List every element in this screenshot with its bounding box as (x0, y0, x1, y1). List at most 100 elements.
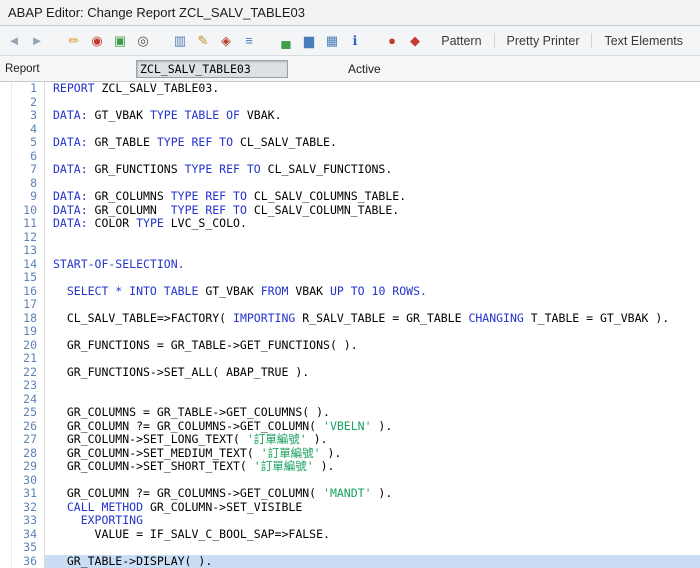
code-line[interactable]: 11 DATA: COLOR TYPE LVC_S_COLO. (0, 216, 700, 231)
breakpoint-margin[interactable] (0, 446, 12, 460)
code-editor[interactable]: 1 REPORT ZCL_SALV_TABLE03. 2 3 DATA: GT_VBAK… (0, 81, 700, 568)
code-line[interactable]: 36 GR_TABLE->DISPLAY( ). (0, 554, 700, 568)
code-line[interactable]: 6 (0, 149, 700, 163)
breakpoint-margin[interactable] (0, 284, 12, 298)
toolbar-button-pattern[interactable]: Pattern (429, 31, 493, 51)
code-line[interactable]: 20 GR_FUNCTIONS = GR_TABLE->GET_FUNCTION… (0, 338, 700, 352)
code-line[interactable]: 19 (0, 324, 700, 339)
code-line[interactable]: 2 (0, 95, 700, 109)
code-line[interactable]: 3 DATA: GT_VBAK TYPE TABLE OF VBAK. (0, 108, 700, 123)
sort-asc-icon[interactable]: ▄ (277, 32, 295, 50)
activate-icon[interactable]: ▣ (111, 32, 129, 50)
pattern-wand-icon[interactable]: ✎ (194, 32, 212, 50)
code-line[interactable]: 7 DATA: GR_FUNCTIONS TYPE REF TO CL_SALV_… (0, 162, 700, 177)
breakpoint-margin[interactable] (0, 325, 12, 339)
compare-icon[interactable]: ▥ (171, 32, 189, 50)
breakpoint-margin[interactable] (0, 230, 12, 244)
code-line[interactable]: 25 GR_COLUMNS = GR_TABLE->GET_COLUMNS( )… (0, 405, 700, 420)
code-line[interactable]: 8 (0, 176, 700, 190)
code-line[interactable]: 16 SELECT * INTO TABLE GT_VBAK FROM VBAK… (0, 284, 700, 298)
hierarchy-icon[interactable]: ≡ (240, 32, 258, 50)
sort-desc-icon[interactable]: ▆ (300, 32, 318, 50)
back-icon[interactable]: ◄ (5, 32, 23, 50)
code-text: GR_COLUMN->SET_LONG_TEXT( '訂單編號' ). (44, 433, 700, 447)
code-line[interactable]: 15 (0, 270, 700, 285)
info-icon[interactable]: ℹ (346, 32, 364, 50)
code-line[interactable]: 13 (0, 243, 700, 258)
breakpoint-margin[interactable] (0, 514, 12, 528)
breakpoint-margin[interactable] (0, 379, 12, 393)
breakpoint-margin[interactable] (0, 338, 12, 352)
code-line[interactable]: 14 START-OF-SELECTION. (0, 257, 700, 271)
line-number: 9 (30, 189, 37, 203)
breakpoint-margin[interactable] (0, 122, 12, 136)
code-line[interactable]: 23 (0, 378, 700, 393)
code-line[interactable]: 35 (0, 540, 700, 555)
breakpoint-margin[interactable] (0, 460, 12, 474)
breakpoint-margin[interactable] (0, 487, 12, 501)
code-line[interactable]: 18 CL_SALV_TABLE=>FACTORY( IMPORTING R_S… (0, 311, 700, 325)
code-line[interactable]: 22 GR_FUNCTIONS->SET_ALL( ABAP_TRUE ). (0, 364, 700, 379)
breakpoint-margin[interactable] (0, 311, 12, 325)
forward-icon[interactable]: ► (28, 32, 46, 50)
code-line[interactable]: 33 EXPORTING (0, 513, 700, 528)
code-line[interactable]: 29 GR_COLUMN->SET_SHORT_TEXT( '訂單編號' ). (0, 459, 700, 474)
breakpoint-margin[interactable] (0, 136, 12, 150)
breakpoint-margin[interactable] (0, 95, 12, 109)
execute-icon[interactable]: ◎ (134, 32, 152, 50)
code-line[interactable]: 32 CALL METHOD GR_COLUMN->SET_VISIBLE (0, 500, 700, 514)
line-number: 22 (23, 364, 37, 379)
breakpoint-margin[interactable] (0, 419, 12, 433)
code-line[interactable]: 27 GR_COLUMN->SET_LONG_TEXT( '訂單編號' ). (0, 432, 700, 447)
code-line[interactable]: 9 DATA: GR_COLUMNS TYPE REF TO CL_SALV_CO… (0, 189, 700, 204)
code-line[interactable]: 12 (0, 230, 700, 244)
window-title: ABAP Editor: Change Report ZCL_SALV_TABL… (8, 5, 306, 20)
code-line[interactable]: 24 (0, 392, 700, 406)
breakpoint-margin[interactable] (0, 352, 12, 366)
code-line[interactable]: 10 DATA: GR_COLUMN TYPE REF TO CL_SALV_CO… (0, 203, 700, 217)
breakpoint-margin[interactable] (0, 190, 12, 204)
breakpoint-margin[interactable] (0, 82, 12, 96)
breakpoint-icon[interactable]: ● (383, 32, 401, 50)
code-line[interactable]: 30 (0, 473, 700, 487)
code-line[interactable]: 4 (0, 122, 700, 136)
breakpoint-margin[interactable] (0, 271, 12, 285)
table-icon[interactable]: ▦ (323, 32, 341, 50)
breakpoint-margin[interactable] (0, 392, 12, 406)
breakpoint-margin[interactable] (0, 176, 12, 190)
breakpoint-margin[interactable] (0, 244, 12, 258)
where-used-icon[interactable]: ◈ (217, 32, 235, 50)
check-icon[interactable]: ◉ (88, 32, 106, 50)
code-line[interactable]: 26 GR_COLUMN ?= GR_COLUMNS->GET_COLUMN( … (0, 419, 700, 433)
code-line[interactable]: 1 REPORT ZCL_SALV_TABLE03. (0, 81, 700, 96)
breakpoint-margin[interactable] (0, 109, 12, 123)
code-line[interactable]: 5 DATA: GR_TABLE TYPE REF TO CL_SALV_TABL… (0, 135, 700, 150)
code-line[interactable]: 31 GR_COLUMN ?= GR_COLUMNS->GET_COLUMN( … (0, 486, 700, 501)
code-text: GR_COLUMNS = GR_TABLE->GET_COLUMNS( ). (44, 406, 700, 420)
breakpoint-margin[interactable] (0, 541, 12, 555)
code-line[interactable]: 17 (0, 297, 700, 312)
breakpoint-margin[interactable] (0, 217, 12, 231)
breakpoint-margin[interactable] (0, 149, 12, 163)
breakpoint-margin[interactable] (0, 298, 12, 312)
report-input[interactable] (136, 59, 288, 78)
code-line[interactable]: 34 VALUE = IF_SALV_C_BOOL_SAP=>FALSE. (0, 527, 700, 541)
display-change-icon[interactable]: ✏ (65, 32, 83, 50)
breakpoint-margin[interactable] (0, 433, 12, 447)
breakpoint-margin[interactable] (0, 500, 12, 514)
breakpoint-margin[interactable] (0, 406, 12, 420)
breakpoint-margin[interactable] (0, 203, 12, 217)
breakpoint-margin[interactable] (0, 365, 12, 379)
breakpoint-margin[interactable] (0, 473, 12, 487)
code-text: DATA: GR_COLUMN TYPE REF TO CL_SALV_COLU… (44, 203, 700, 217)
code-line[interactable]: 21 (0, 351, 700, 366)
breakpoint-margin[interactable] (0, 163, 12, 177)
breakpoint-margin[interactable] (0, 527, 12, 541)
toolbar-button-pretty-printer[interactable]: Pretty Printer (495, 31, 592, 51)
toolbar-button-text-elements[interactable]: Text Elements (592, 31, 695, 51)
line-number: 5 (30, 135, 37, 149)
breakpoint-margin[interactable] (0, 257, 12, 271)
breakpoint-margin[interactable] (0, 554, 12, 568)
stop-icon[interactable]: ◆ (406, 32, 424, 50)
code-line[interactable]: 28 GR_COLUMN->SET_MEDIUM_TEXT( '訂單編號' ). (0, 446, 700, 460)
